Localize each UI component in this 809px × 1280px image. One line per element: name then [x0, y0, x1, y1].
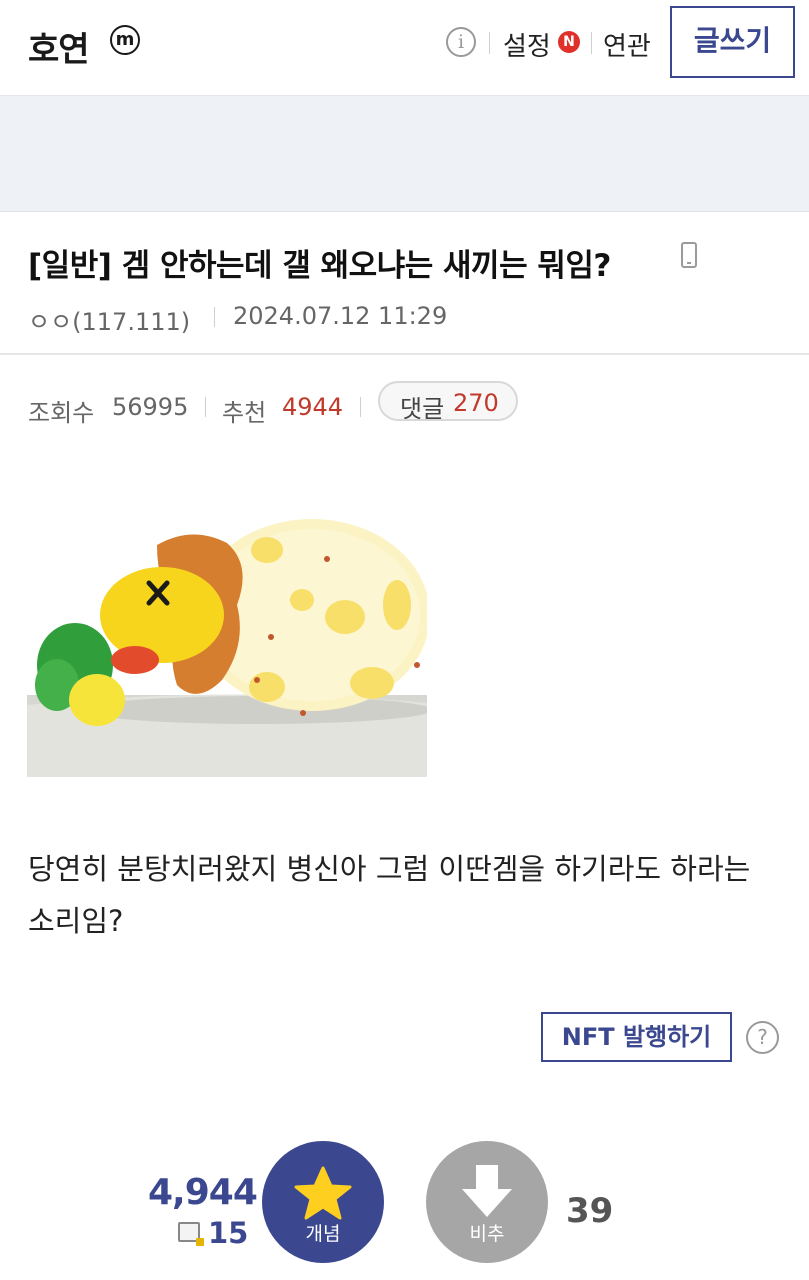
related-link[interactable]: 연관 [603, 26, 651, 63]
recommend-label: 추천 [222, 399, 267, 427]
settings-link[interactable]: 설정 [503, 26, 551, 63]
new-badge: N [558, 31, 580, 53]
fixed-upvote-count: 15 [208, 1216, 249, 1250]
downvote-count: 39 [566, 1191, 614, 1231]
ad-banner-area [0, 95, 809, 212]
upvote-total: 4,944 [148, 1172, 258, 1213]
downvote-button[interactable]: 비추 [426, 1141, 548, 1263]
divider [214, 307, 215, 327]
mobile-icon [681, 242, 697, 268]
post-image[interactable] [27, 455, 427, 777]
divider [360, 397, 361, 417]
help-icon[interactable]: ? [746, 1021, 779, 1054]
downvote-label: 비추 [469, 1223, 505, 1245]
recommend-count: 4944 [282, 393, 344, 421]
comments-count: 270 [453, 389, 499, 417]
views-label: 조회수 [28, 399, 95, 427]
section-divider [0, 353, 809, 355]
info-icon[interactable]: i [446, 27, 476, 57]
nft-mint-button[interactable]: NFT 발행하기 [541, 1012, 732, 1062]
top-bar: 호연 m i 설정 N 연관 글쓰기 [0, 0, 809, 95]
views-count: 56995 [112, 393, 189, 421]
fixed-user-icon [178, 1222, 204, 1246]
post-title: [일반] 겜 안하는데 갤 왜오냐는 새끼는 뭐임? [28, 248, 611, 284]
divider [591, 32, 592, 54]
minor-gallery-badge-icon: m [110, 25, 140, 55]
upvote-label: 개념 [305, 1223, 341, 1245]
upvote-button[interactable]: 개념 [262, 1141, 384, 1263]
divider [489, 32, 490, 54]
gallery-title[interactable]: 호연 [28, 22, 90, 71]
write-button[interactable]: 글쓰기 [670, 6, 795, 78]
post-body: 당연히 분탕치러왔지 병신아 그럼 이딴겜을 하기라도 하라는 소리임? [28, 852, 751, 938]
post-date: 2024.07.12 11:29 [233, 302, 448, 330]
divider [205, 397, 206, 417]
post-author[interactable]: ㅇㅇ(117.111) [28, 302, 190, 337]
comments-label: 댓글 [400, 395, 445, 423]
